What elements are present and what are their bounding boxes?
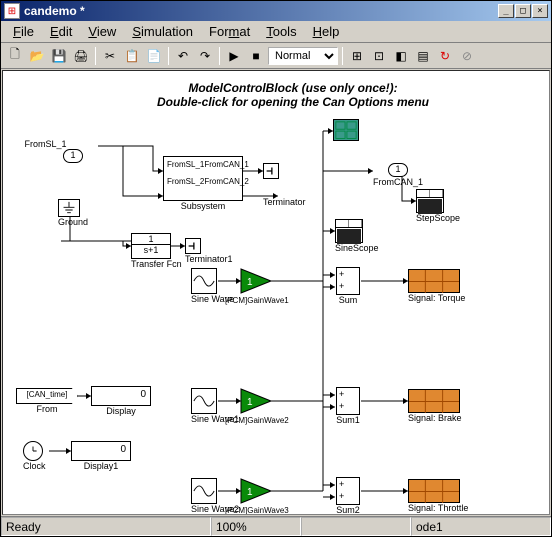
tool-icon-4[interactable]: ▤ bbox=[413, 46, 433, 66]
close-button[interactable]: × bbox=[532, 4, 548, 18]
outport-fromcan1[interactable]: 1 FromCAN_1 bbox=[373, 163, 423, 187]
menu-edit[interactable]: Edit bbox=[42, 22, 80, 41]
status-blank bbox=[301, 517, 411, 536]
terminator1-block[interactable]: Terminator1 bbox=[185, 238, 233, 264]
tool-icon-6[interactable]: ⊘ bbox=[457, 46, 477, 66]
tool-icon-3[interactable]: ◧ bbox=[391, 46, 411, 66]
signal-brake-block[interactable]: Signal: Brake bbox=[408, 389, 462, 423]
simulation-mode-select[interactable]: Normal bbox=[268, 47, 338, 65]
sinescope-block[interactable]: SineScope bbox=[335, 219, 379, 253]
inport-fromsl1[interactable]: FromSL_1 1 bbox=[8, 139, 83, 163]
statusbar: Ready 100% ode1 bbox=[1, 516, 551, 536]
from-block[interactable]: [CAN_time] From bbox=[16, 388, 78, 414]
play-button[interactable]: ▶ bbox=[224, 46, 244, 66]
print-button[interactable]: 🖨 bbox=[71, 46, 91, 66]
redo-button[interactable]: ↷ bbox=[195, 46, 215, 66]
window-title: candemo * bbox=[24, 4, 498, 18]
transfer-fcn-block[interactable]: 1s+1 Transfer Fcn bbox=[131, 233, 182, 269]
signal-torque-block[interactable]: Signal: Torque bbox=[408, 269, 465, 303]
tool-icon-1[interactable]: ⊞ bbox=[347, 46, 367, 66]
header-text: ModelControlBlock (use only once!):Doubl… bbox=[143, 81, 443, 109]
sum1-block[interactable]: ++ Sum1 bbox=[336, 387, 360, 425]
tool-icon-5[interactable]: ↻ bbox=[435, 46, 455, 66]
status-zoom: 100% bbox=[211, 517, 301, 536]
signal-throttle-block[interactable]: Signal: Throttle bbox=[408, 479, 468, 513]
tool-icon-2[interactable]: ⊡ bbox=[369, 46, 389, 66]
status-ready: Ready bbox=[1, 517, 211, 536]
status-solver: ode1 bbox=[411, 517, 551, 536]
app-icon: ⊞ bbox=[4, 3, 20, 19]
sum-block[interactable]: ++ Sum bbox=[336, 267, 360, 305]
minimize-button[interactable]: _ bbox=[498, 4, 514, 18]
svg-text:1: 1 bbox=[247, 397, 253, 408]
undo-button[interactable]: ↶ bbox=[173, 46, 193, 66]
subsystem-block[interactable]: FromSL_1FromCAN_1 FromSL_2FromCAN_2 Subs… bbox=[163, 156, 243, 211]
toolbar: 🗋 📂 💾 🖨 ✂ 📋 📄 ↶ ↷ ▶ ■ Normal ⊞ ⊡ ◧ ▤ ↻ ⊘ bbox=[1, 43, 551, 69]
ground-block[interactable]: Ground bbox=[58, 199, 88, 227]
titlebar: ⊞ candemo * _ □ × bbox=[1, 1, 551, 21]
display-block[interactable]: 0 Display bbox=[91, 386, 151, 416]
menubar: File Edit View Simulation Format Tools H… bbox=[1, 21, 551, 43]
menu-tools[interactable]: Tools bbox=[258, 22, 304, 41]
stepscope-block[interactable]: StepScope bbox=[416, 189, 460, 223]
sum2-block[interactable]: ++ Sum2 bbox=[336, 477, 360, 515]
menu-simulation[interactable]: Simulation bbox=[124, 22, 201, 41]
save-button[interactable]: 💾 bbox=[49, 46, 69, 66]
menu-format[interactable]: Format bbox=[201, 22, 258, 41]
model-control-block[interactable] bbox=[333, 119, 359, 141]
model-canvas[interactable]: ModelControlBlock (use only once!):Doubl… bbox=[2, 70, 550, 515]
gain-wave2-block[interactable]: 1 [PCM]GainWave2 bbox=[241, 389, 289, 425]
cut-button[interactable]: ✂ bbox=[100, 46, 120, 66]
stop-button[interactable]: ■ bbox=[246, 46, 266, 66]
open-button[interactable]: 📂 bbox=[27, 46, 47, 66]
svg-text:1: 1 bbox=[247, 277, 253, 288]
clock-block[interactable]: Clock bbox=[23, 441, 46, 471]
paste-button[interactable]: 📄 bbox=[144, 46, 164, 66]
gain-wave3-block[interactable]: 1 [PCM]GainWave3 bbox=[241, 479, 289, 515]
menu-help[interactable]: Help bbox=[305, 22, 348, 41]
maximize-button[interactable]: □ bbox=[515, 4, 531, 18]
svg-text:1: 1 bbox=[247, 487, 253, 498]
menu-file[interactable]: File bbox=[5, 22, 42, 41]
new-button[interactable]: 🗋 bbox=[5, 46, 25, 66]
gain-wave1-block[interactable]: 1 [PCM]GainWave1 bbox=[241, 269, 289, 305]
terminator-block[interactable]: Terminator bbox=[263, 163, 306, 207]
copy-button[interactable]: 📋 bbox=[122, 46, 142, 66]
display1-block[interactable]: 0 Display1 bbox=[71, 441, 131, 471]
menu-view[interactable]: View bbox=[80, 22, 124, 41]
